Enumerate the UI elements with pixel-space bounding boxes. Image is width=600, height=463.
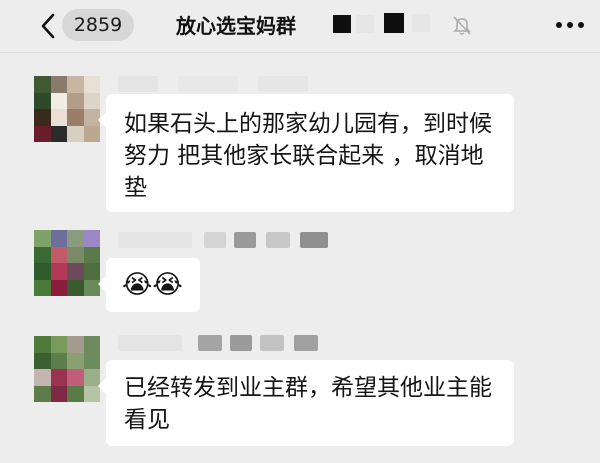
more-dots-icon (567, 22, 573, 28)
sender-nickname-redacted (118, 76, 338, 92)
back-button[interactable] (36, 11, 62, 41)
more-options-button[interactable] (555, 14, 585, 36)
message-text: 😭😭 (122, 270, 183, 300)
chat-title: 放心选宝妈群 (176, 14, 296, 38)
bell-muted-icon (453, 16, 471, 35)
message-bubble[interactable]: 已经转发到业主群，希望其他业主能看见 (98, 360, 514, 446)
redacted-title-block (384, 13, 404, 33)
more-dots-icon (556, 22, 562, 28)
avatar[interactable] (34, 230, 100, 296)
message-text: 已经转发到业主群，希望其他业主能看见 (124, 375, 492, 433)
redacted-title-block (333, 15, 351, 33)
redacted-title-block (412, 14, 430, 32)
avatar[interactable] (34, 76, 100, 142)
message-bubble[interactable]: 如果石头上的那家幼儿园有，到时候努力 把其他家长联合起来 ，取消地垫 (98, 94, 514, 212)
avatar[interactable] (34, 336, 100, 402)
chevron-left-icon (41, 13, 55, 39)
sender-nickname-redacted (118, 232, 338, 248)
unread-count-badge[interactable]: 2859 (62, 9, 134, 41)
sender-nickname-redacted (118, 335, 338, 351)
message-text: 如果石头上的那家幼儿园有，到时候努力 把其他家长联合起来 ，取消地垫 (124, 111, 492, 201)
chat-header: 2859 放心选宝妈群 (0, 0, 600, 53)
more-dots-icon (578, 22, 584, 28)
redacted-title-block (356, 15, 374, 33)
message-bubble[interactable]: 😭😭 (98, 258, 200, 312)
